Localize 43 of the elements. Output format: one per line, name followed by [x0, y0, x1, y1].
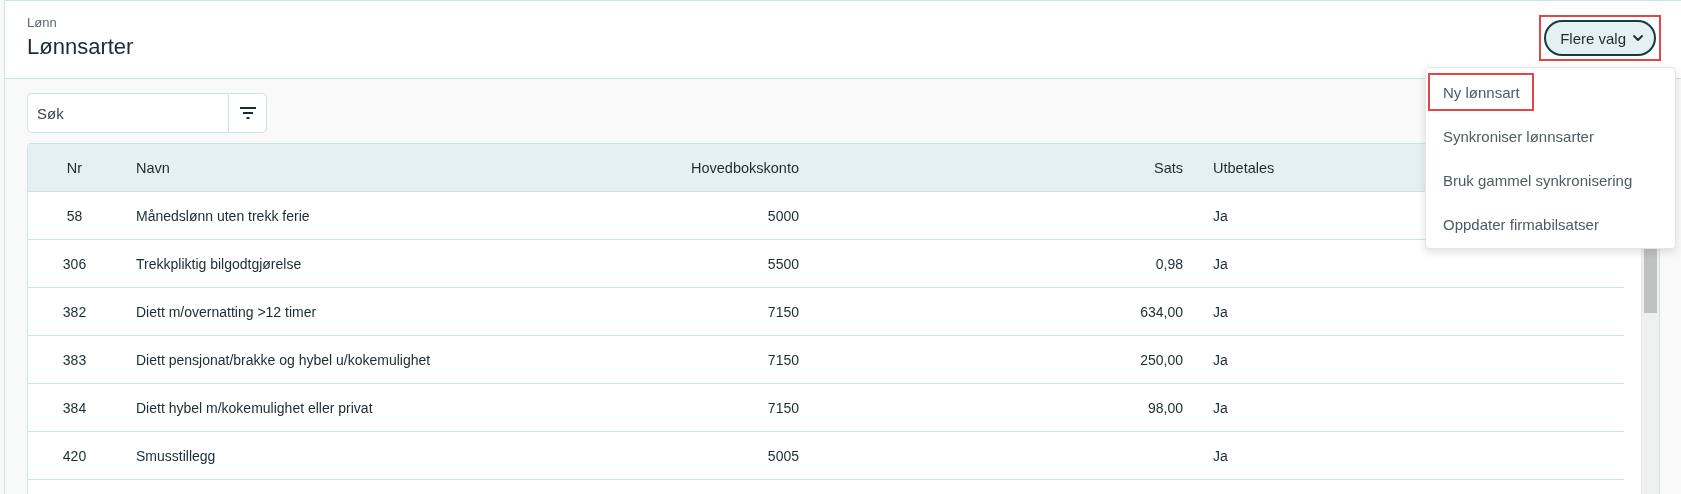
- page-title: Lønnsarter: [27, 33, 134, 61]
- column-header[interactable]: Navn: [121, 144, 619, 191]
- table-cell: Diett m/overnatting >12 timer: [136, 303, 317, 320]
- table-cell: Diett pensjonat/brakke og hybel u/kokemulighet: [136, 351, 431, 368]
- table-cell: 98,00: [1147, 399, 1183, 416]
- table-cell: 634,00: [1140, 303, 1183, 320]
- table-cell: 7150: [767, 303, 799, 320]
- table-cell: Ja: [1213, 447, 1228, 464]
- search-field[interactable]: Søk: [27, 93, 228, 133]
- table-cell: 58: [66, 207, 83, 224]
- table-cell: Ja: [1213, 399, 1228, 416]
- table-cell: 383: [62, 351, 87, 368]
- table-cell: Ja: [1213, 351, 1228, 368]
- table-cell: 7150: [767, 351, 799, 368]
- table-cell: Diett hybel m/kokemulighet eller privat: [136, 399, 373, 416]
- chevron-icon: [1632, 32, 1644, 44]
- menu-item[interactable]: Bruk gammel synkronisering: [1430, 163, 1645, 197]
- table-cell: 5500: [767, 255, 799, 272]
- table-cell: Ja: [1213, 207, 1228, 224]
- table-cell: Ja: [1213, 303, 1228, 320]
- table-cell: 250,00: [1140, 351, 1183, 368]
- column-header[interactable]: Nr: [28, 144, 121, 191]
- table-cell: 384: [62, 399, 87, 416]
- table-cell: Månedslønn uten trekk ferie: [136, 207, 310, 224]
- table-cell: 7150: [767, 399, 799, 416]
- table-cell: 420: [62, 447, 87, 464]
- table-cell: 382: [62, 303, 87, 320]
- column-header[interactable]: Hovedbokskonto: [619, 144, 814, 191]
- table-cell: 0,98: [1155, 255, 1183, 272]
- menu-item[interactable]: Oppdater firmabilsatser: [1430, 207, 1611, 241]
- menu-item[interactable]: Synkroniser lønnsarter: [1430, 119, 1606, 153]
- more-options-button[interactable]: Flere valg: [1544, 20, 1656, 56]
- menu-item[interactable]: Ny lønnsart: [1430, 75, 1532, 109]
- table-cell: Trekkpliktig bilgodtgjørelse: [136, 255, 302, 272]
- table-cell: 5000: [767, 207, 799, 224]
- table-cell: 306: [62, 255, 87, 272]
- table-cell: 5005: [767, 447, 799, 464]
- table-cell: Smusstillegg: [136, 447, 216, 464]
- breadcrumb[interactable]: Lønn: [27, 15, 134, 31]
- filter-icon: [238, 107, 257, 119]
- table-cell: Ja: [1213, 255, 1228, 272]
- filter-button[interactable]: [228, 93, 267, 133]
- column-header[interactable]: Sats: [814, 144, 1198, 191]
